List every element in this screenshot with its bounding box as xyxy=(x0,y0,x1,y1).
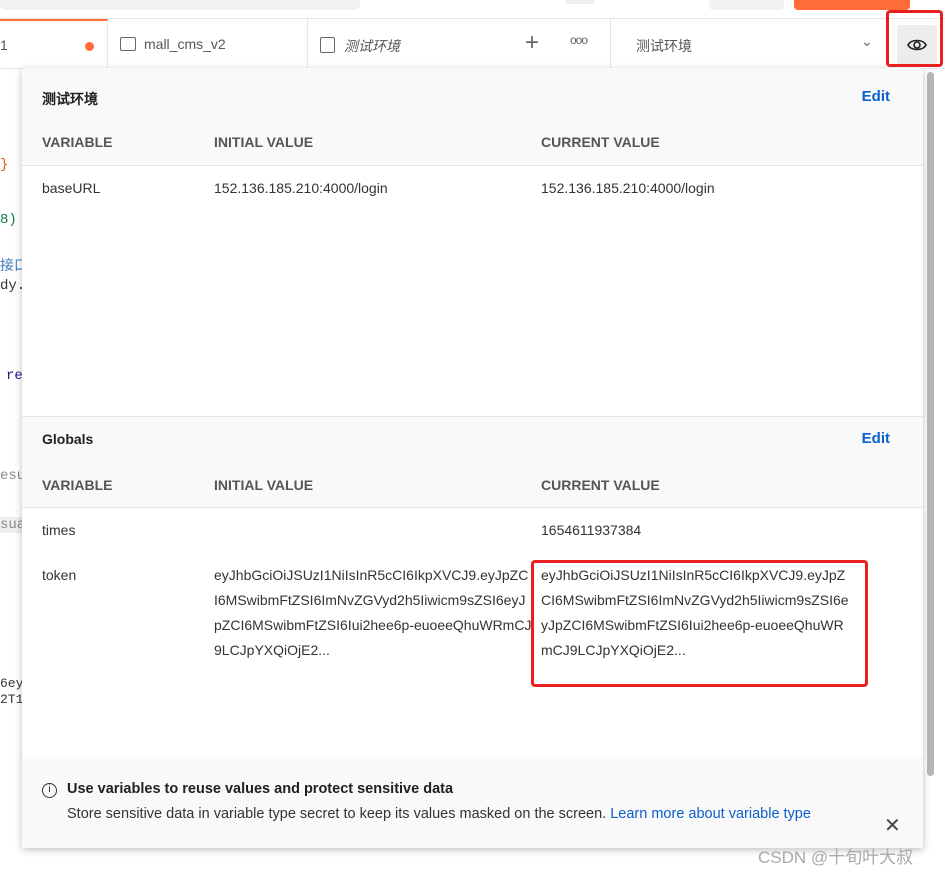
info-icon: i xyxy=(42,783,57,798)
environment-select[interactable]: 测试环境 ⌄ xyxy=(610,19,882,69)
plus-icon[interactable]: + xyxy=(525,29,539,57)
chevron-down-icon: ⌄ xyxy=(861,33,873,49)
learn-more-link[interactable]: Learn more about variable type xyxy=(610,806,811,822)
watermark: CSDN @十旬叶大叔 xyxy=(758,848,914,867)
globals-title: Globals xyxy=(42,431,94,447)
environment-icon xyxy=(320,37,335,53)
send-button[interactable] xyxy=(794,0,910,10)
info-banner: i Use variables to reuse values and prot… xyxy=(22,757,923,848)
tab-collection[interactable]: mall_cms_v2 xyxy=(108,19,308,69)
scrollbar[interactable] xyxy=(927,72,934,776)
environment-table-body: baseURL 152.136.185.210:4000/login 152.1… xyxy=(22,165,923,416)
unsaved-dot xyxy=(85,42,94,51)
close-icon[interactable]: ✕ xyxy=(884,813,901,838)
top-bar xyxy=(0,0,945,19)
highlight-box-eye xyxy=(886,10,943,67)
tab-environment[interactable]: 测试环境 xyxy=(308,19,508,69)
folder-icon xyxy=(120,37,136,51)
edit-environment-link[interactable]: Edit xyxy=(862,88,890,105)
edit-globals-link[interactable]: Edit xyxy=(862,430,890,447)
tab-bar: 1 mall_cms_v2 测试环境 + ooo 测试环境 ⌄ xyxy=(0,19,945,69)
tab-request[interactable]: 1 xyxy=(0,19,108,69)
more-icon[interactable]: ooo xyxy=(570,33,588,47)
search-bar[interactable] xyxy=(0,0,360,10)
environment-quick-look-panel: 测试环境 Edit VARIABLE INITIAL VALUE CURRENT… xyxy=(22,68,923,848)
save-button[interactable] xyxy=(709,0,784,10)
environment-title: 测试环境 xyxy=(42,91,98,107)
highlight-box-token xyxy=(531,560,868,687)
toggle[interactable] xyxy=(565,0,595,4)
